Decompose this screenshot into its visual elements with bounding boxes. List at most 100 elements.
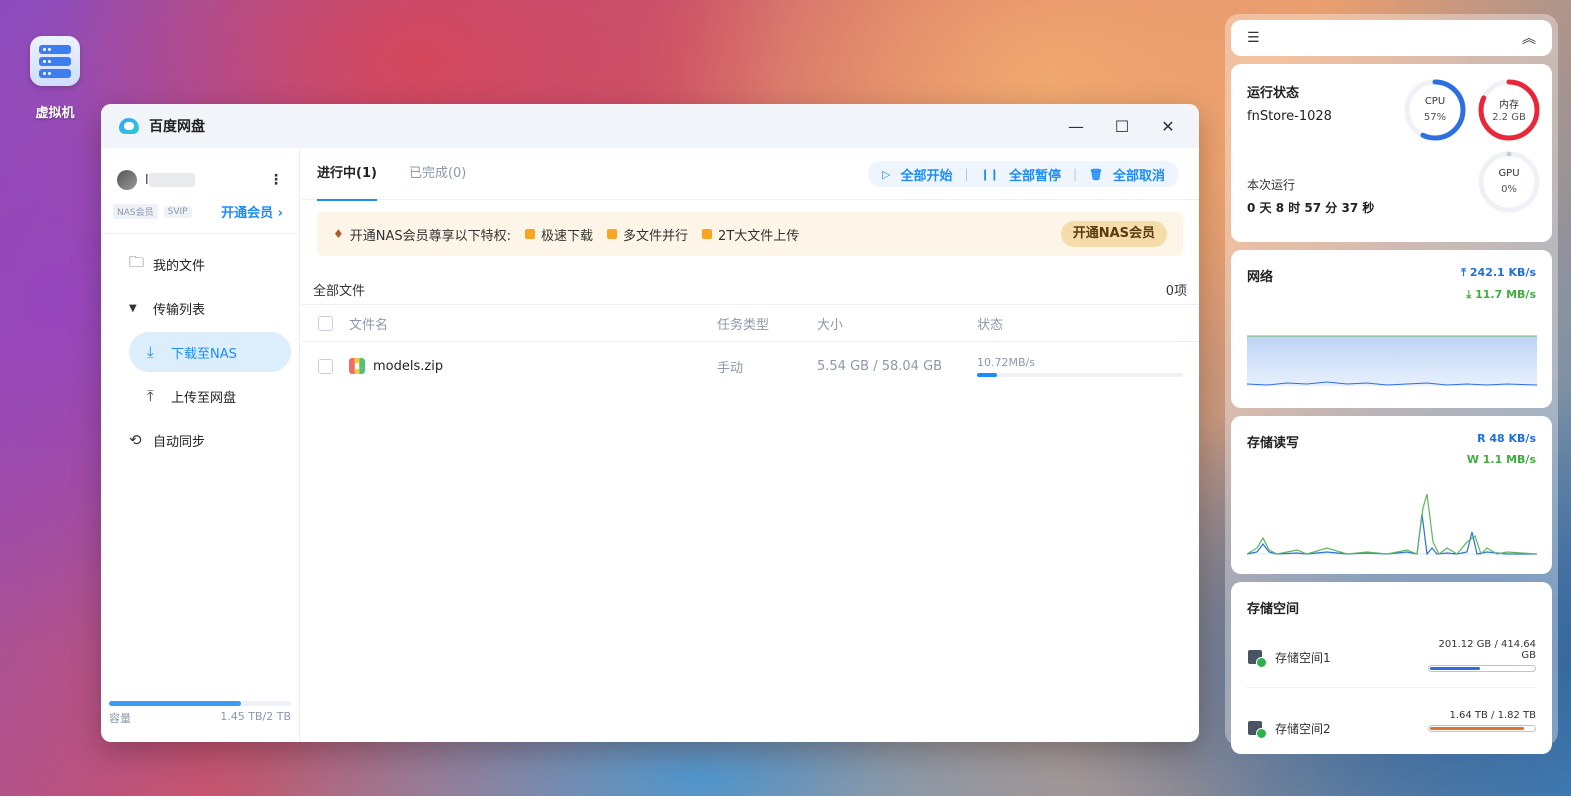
sidebar-item-upload-to-netdisk[interactable]: ⤒ 上传至网盘: [129, 376, 291, 416]
cpu-label: CPU: [1424, 96, 1446, 107]
close-button[interactable]: ✕: [1145, 104, 1191, 148]
pause-all-button[interactable]: ❙❙ 全部暂停: [981, 165, 1061, 184]
gpu-value: 0%: [1501, 184, 1517, 195]
baidu-netdisk-logo-icon: [117, 116, 141, 136]
storage-write-rate: W 1.1 MB/s: [1466, 453, 1536, 466]
play-icon: ▷: [881, 167, 891, 181]
desktop-icon-vm[interactable]: 虚拟机: [28, 36, 82, 121]
lightning-icon: [525, 229, 536, 239]
column-header-type[interactable]: 任务类型: [717, 314, 817, 333]
open-nas-member-button[interactable]: 开通NAS会员: [1060, 221, 1167, 247]
promo-feature-label: 多文件并行: [623, 228, 689, 244]
download-arrow-icon: ⤓: [1466, 288, 1472, 301]
capacity-bar: [109, 701, 291, 706]
sidebar-item-label: 自动同步: [153, 434, 206, 450]
network-graph: [1247, 335, 1537, 386]
upload-2t-icon: [702, 229, 713, 239]
tab-completed[interactable]: 已完成(0): [409, 148, 466, 200]
capacity-bar-fill: [109, 701, 241, 706]
column-header-status[interactable]: 状态: [977, 314, 1199, 333]
item-count: 0项: [1165, 284, 1187, 299]
start-all-label: 全部开始: [900, 168, 953, 184]
status-widget: 运行状态 fnStore-1028 本次运行 0 天 8 时 57 分 37 秒…: [1231, 64, 1552, 242]
volume-item[interactable]: 存储空间1 201.12 GB / 414.64 GB: [1247, 639, 1536, 675]
upload-icon: ⤒: [147, 387, 154, 405]
cpu-value: 57%: [1423, 112, 1447, 123]
promo-feature-label: 2T大文件上传: [718, 228, 800, 244]
promo-feature: 多文件并行: [607, 225, 688, 244]
volume-usage-fill: [1430, 667, 1481, 670]
memory-gauge: 内存 2.2 GB: [1477, 78, 1541, 142]
sidebar-item-label: 传输列表: [153, 302, 206, 318]
files-icon: [607, 229, 618, 239]
download-icon: ⤓: [147, 343, 154, 361]
column-header-name[interactable]: 文件名: [349, 314, 717, 333]
network-graph-area: [1247, 336, 1537, 386]
sidebar-item-auto-sync[interactable]: ⟲ 自动同步: [129, 420, 291, 460]
volume-item[interactable]: 存储空间2 1.64 TB / 1.82 TB: [1247, 710, 1536, 746]
file-size: 5.54 GB / 58.04 GB: [817, 358, 943, 374]
volume-usage-bar: [1428, 665, 1536, 672]
caret-down-icon: ▼: [129, 302, 137, 314]
desktop-icon-label: 虚拟机: [35, 106, 75, 121]
sync-icon: ⟲: [129, 431, 142, 449]
gauge-track: [1478, 151, 1540, 213]
main-content: 进行中(1) 已完成(0) ▷ 全部开始 | ❙❙ 全部暂停 | 🗑 全部取消 ♦ 开…: [301, 148, 1199, 742]
promo-banner: ♦ 开通NAS会员尊享以下特权: 极速下载 多文件并行 2T大文件上传 开通NA…: [317, 212, 1183, 256]
cancel-all-button[interactable]: 🗑 全部取消: [1089, 165, 1165, 184]
storage-space-widget: 存储空间 存储空间1 201.12 GB / 414.64 GB 存储空间2 1…: [1231, 582, 1552, 754]
column-header-size[interactable]: 大小: [817, 314, 977, 333]
tab-bar: 进行中(1) 已完成(0) ▷ 全部开始 | ❙❙ 全部暂停 | 🗑 全部取消: [301, 148, 1199, 201]
breadcrumb[interactable]: 全部文件: [313, 280, 365, 299]
sidebar-item-transfer-list[interactable]: ▼ 传输列表: [129, 288, 291, 328]
volume-usage-fill: [1430, 727, 1524, 730]
titlebar[interactable]: 百度网盘 — ☐ ✕: [101, 104, 1199, 148]
nas-member-badge: NAS会员: [113, 204, 158, 219]
widget-panel: ☰ ︽ 运行状态 fnStore-1028 本次运行 0 天 8 时 57 分 …: [1225, 14, 1558, 754]
storage-read-line: [1247, 513, 1537, 556]
download-progress-bar: [977, 372, 1183, 377]
tab-in-progress[interactable]: 进行中(1): [317, 148, 377, 201]
storage-io-graph: [1247, 493, 1537, 556]
promo-text: 开通NAS会员尊享以下特权:: [349, 228, 512, 244]
sidebar-item-label: 下载至NAS: [171, 346, 237, 362]
network-download-rate: 11.7 MB/s: [1475, 288, 1536, 301]
baidu-netdisk-window: 百度网盘 — ☐ ✕ l ⋮ NAS会员 SVIP 开通会员 › 🗀 我的文件 …: [101, 104, 1199, 742]
sidebar-item-download-to-nas[interactable]: ⤓ 下载至NAS: [129, 332, 291, 372]
table-header: 文件名 任务类型 大小 状态: [301, 304, 1199, 342]
gpu-label: GPU: [1498, 168, 1520, 179]
sidebar: l ⋮ NAS会员 SVIP 开通会员 › 🗀 我的文件 ▼ 传输列表 ⤓ 下载…: [101, 148, 300, 742]
sidebar-item-label: 上传至网盘: [171, 390, 237, 406]
more-menu-button[interactable]: ⋮: [269, 172, 283, 188]
pause-icon: ❙❙: [980, 167, 999, 181]
start-all-button[interactable]: ▷ 全部开始: [882, 165, 952, 184]
volume-usage: 1.64 TB / 1.82 TB: [1449, 710, 1536, 721]
row-checkbox[interactable]: [317, 358, 333, 374]
username-blurred: [148, 173, 195, 187]
open-vip-link[interactable]: 开通会员 ›: [221, 202, 283, 221]
capacity-value: 1.45 TB/2 TB: [220, 710, 291, 723]
promo-feature: 2T大文件上传: [702, 225, 799, 244]
widget-toolbar: ☰ ︽: [1231, 20, 1552, 56]
widget-settings-icon[interactable]: ☰: [1247, 30, 1260, 46]
transfer-table: 文件名 任务类型 大小 状态 models.zip 手动 5.54 GB / 5…: [301, 304, 1199, 390]
storage-write-line: [1247, 493, 1537, 556]
storage-io-widget: 存储读写 R 48 KB/s W 1.1 MB/s: [1231, 416, 1552, 574]
avatar[interactable]: [117, 170, 137, 190]
collapse-icon[interactable]: ︽: [1522, 28, 1536, 48]
zip-file-icon: [349, 358, 365, 374]
bulk-actions: ▷ 全部开始 | ❙❙ 全部暂停 | 🗑 全部取消: [867, 161, 1179, 187]
select-all-checkbox[interactable]: [317, 315, 333, 331]
folder-icon: 🗀: [129, 252, 145, 271]
memory-value: 2.2 GB: [1492, 112, 1526, 123]
maximize-button[interactable]: ☐: [1099, 104, 1145, 148]
sidebar-item-label: 我的文件: [153, 258, 206, 274]
sidebar-item-my-files[interactable]: 🗀 我的文件: [129, 244, 291, 284]
server-icon: [30, 36, 80, 86]
table-row[interactable]: models.zip 手动 5.54 GB / 58.04 GB 10.72MB…: [301, 342, 1199, 390]
memory-label: 内存: [1499, 100, 1519, 111]
minimize-button[interactable]: —: [1053, 104, 1099, 148]
capacity-label: 容量: [109, 712, 131, 725]
trash-icon: 🗑: [1089, 167, 1103, 181]
storage-read-rate: R 48 KB/s: [1477, 432, 1536, 445]
